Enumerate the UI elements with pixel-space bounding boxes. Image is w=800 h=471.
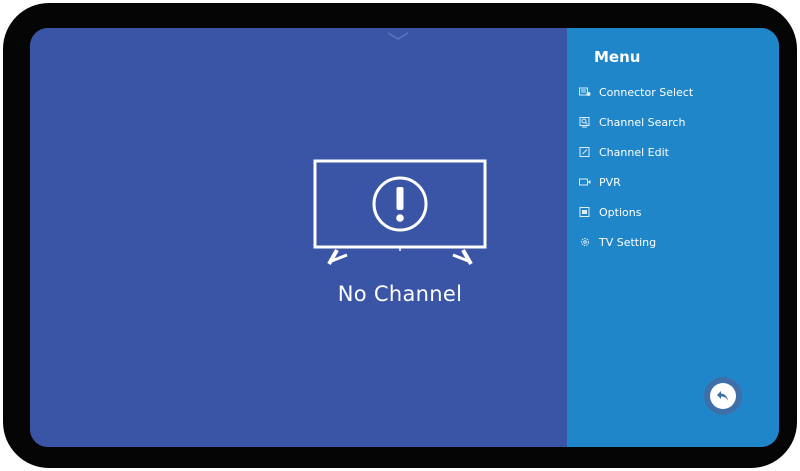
- menu-item-connector-select[interactable]: Connector Select: [579, 77, 774, 107]
- chevron-down-icon: [387, 32, 409, 40]
- menu-item-label: Channel Search: [599, 115, 686, 129]
- back-button-face: [710, 383, 736, 409]
- channel-search-icon: [579, 116, 591, 128]
- menu-item-channel-edit[interactable]: Channel Edit: [579, 137, 774, 167]
- menu-item-pvr[interactable]: PVR: [579, 167, 774, 197]
- no-channel-message: No Channel: [337, 282, 463, 306]
- channel-edit-icon: [579, 146, 591, 158]
- input-source-icon: [579, 86, 591, 98]
- device-frame: No Channel Menu Connector Select Channel…: [0, 0, 800, 471]
- menu-title: Menu: [594, 48, 641, 66]
- menu-item-label: TV Setting: [599, 235, 657, 249]
- tv-screen: No Channel Menu Connector Select Channel…: [30, 28, 779, 447]
- menu-item-label: PVR: [599, 175, 621, 189]
- menu-item-label: Connector Select: [599, 85, 694, 99]
- menu-panel: Menu Connector Select Channel Search Cha…: [567, 28, 779, 447]
- back-button[interactable]: [704, 377, 742, 415]
- back-arrow-icon: [717, 391, 728, 401]
- main-area: No Channel: [30, 28, 567, 447]
- gear-icon: [579, 236, 591, 248]
- menu-item-channel-search[interactable]: Channel Search: [579, 107, 774, 137]
- menu-item-label: Channel Edit: [599, 145, 669, 159]
- menu-item-label: Options: [599, 205, 642, 219]
- menu-item-tv-setting[interactable]: TV Setting: [579, 227, 774, 257]
- menu-item-options[interactable]: Options: [579, 197, 774, 227]
- options-icon: [579, 206, 591, 218]
- tv-warning-icon: [313, 159, 487, 265]
- record-icon: [579, 176, 591, 188]
- menu-list: Connector Select Channel Search Channel …: [579, 77, 774, 257]
